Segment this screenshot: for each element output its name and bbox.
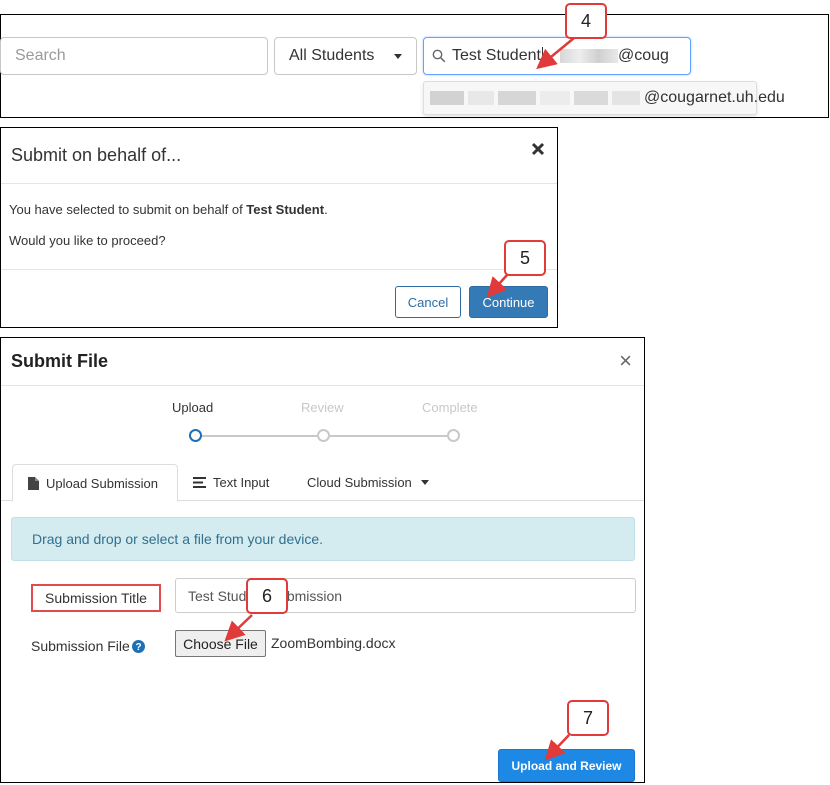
text-lines-icon: [193, 477, 206, 488]
step-upload-label: Upload: [172, 400, 214, 415]
tab-upload-submission[interactable]: Upload Submission: [12, 464, 178, 502]
submit-on-behalf-dialog: Submit on behalf of... You have selected…: [0, 127, 558, 328]
students-filter-dropdown[interactable]: All Students: [274, 37, 417, 75]
dialog-question: Would you like to proceed?: [9, 233, 166, 248]
close-icon[interactable]: ×: [619, 348, 632, 374]
help-icon[interactable]: ?: [131, 639, 145, 653]
step-review-label: Review: [301, 400, 344, 415]
step-review-indicator: [317, 429, 330, 442]
redacted-text: [559, 49, 618, 63]
student-search-input[interactable]: Test Student @coug: [423, 37, 691, 75]
continue-button[interactable]: Continue: [469, 286, 548, 318]
submission-title-input[interactable]: [175, 578, 636, 613]
search-icon: [432, 49, 446, 63]
redacted-text: [430, 91, 640, 105]
selected-student-name: Test Student: [246, 202, 325, 217]
step-upload-indicator: [189, 429, 202, 442]
close-icon[interactable]: [531, 142, 545, 156]
callout-step-5: 5: [504, 240, 546, 276]
search-input[interactable]: [0, 37, 268, 75]
callout-step-6: 6: [246, 578, 288, 614]
chevron-down-icon: [394, 53, 402, 59]
dialog-title: Submit on behalf of...: [1, 128, 557, 184]
step-connector: [202, 435, 317, 437]
callout-step-7: 7: [567, 700, 609, 736]
selected-file-name: ZoomBombing.docx: [271, 635, 396, 651]
tab-text-input[interactable]: Text Input: [193, 464, 269, 501]
step-complete-indicator: [447, 429, 460, 442]
student-suggestion-item[interactable]: @cougarnet.uh.edu: [423, 81, 785, 115]
callout-step-4: 4: [565, 3, 607, 39]
text-cursor: [541, 47, 543, 65]
submission-title-label: Submission Title: [31, 584, 161, 612]
student-search-suffix: @coug: [617, 47, 669, 64]
suggestion-email-suffix: @cougarnet.uh.edu: [644, 89, 785, 106]
file-icon: [28, 476, 39, 490]
choose-file-button[interactable]: Choose File: [175, 630, 266, 657]
submit-file-dialog: Submit File × Upload Review Complete Upl…: [0, 337, 645, 783]
step-complete-label: Complete: [422, 400, 478, 415]
caret-down-icon: [420, 480, 429, 485]
dialog-title: Submit File: [1, 338, 644, 386]
step-connector: [330, 435, 447, 437]
tab-cloud-submission[interactable]: Cloud Submission: [307, 464, 429, 501]
dialog-message: You have selected to submit on behalf of…: [9, 202, 328, 217]
student-search-panel: All Students Test Student @coug @cougarn…: [0, 14, 829, 118]
submission-tabs: Upload Submission Text Input Cloud Submi…: [1, 464, 644, 502]
drag-drop-info[interactable]: Drag and drop or select a file from your…: [11, 517, 635, 561]
submission-file-label: Submission File ?: [31, 638, 145, 654]
svg-text:?: ?: [135, 642, 141, 653]
dialog-body: You have selected to submit on behalf of…: [1, 184, 557, 270]
upload-and-review-button[interactable]: Upload and Review: [498, 749, 635, 782]
student-search-text: Test Student: [452, 47, 541, 64]
students-filter-label: All Students: [289, 47, 375, 64]
cancel-button[interactable]: Cancel: [395, 286, 461, 318]
